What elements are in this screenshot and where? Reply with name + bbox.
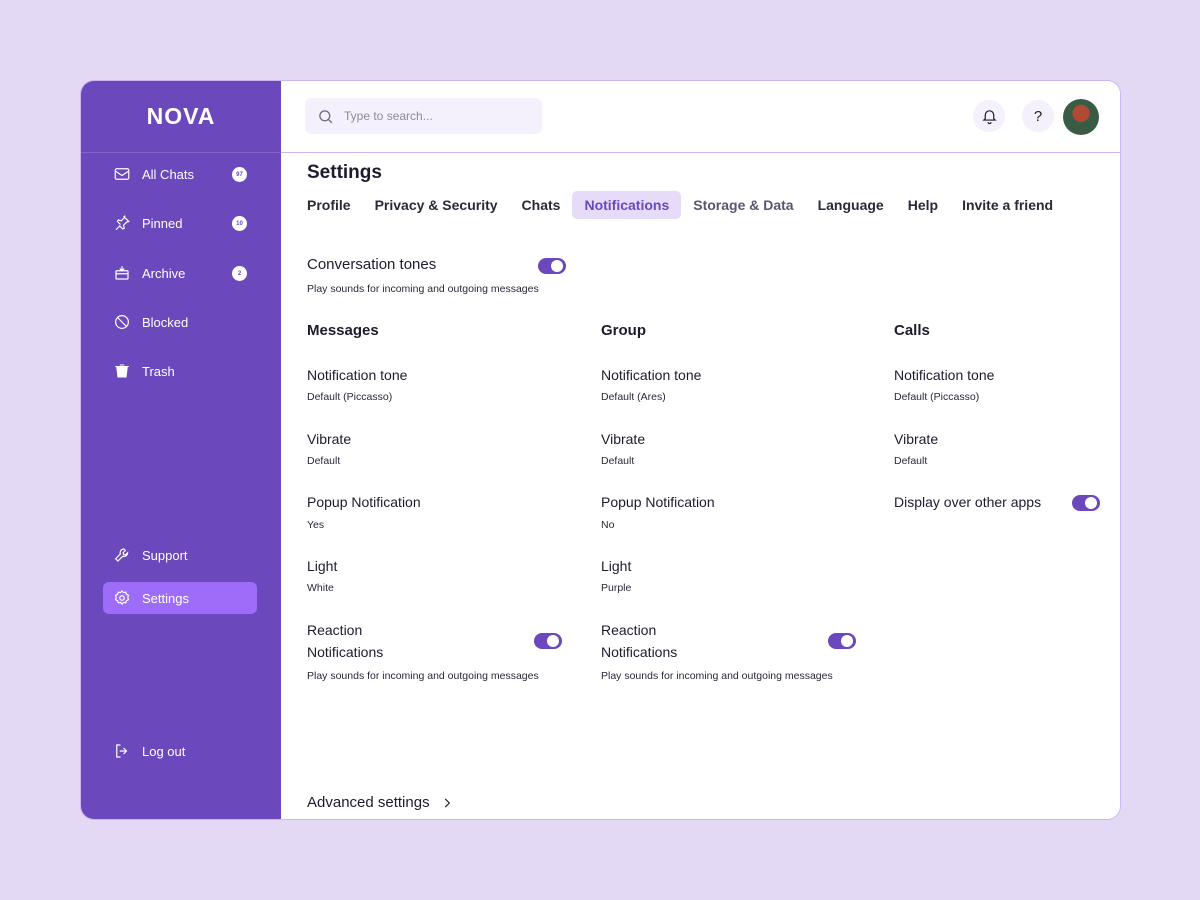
calls-tone-value[interactable]: Default (Piccasso): [894, 391, 979, 403]
tab-help[interactable]: Help: [896, 191, 950, 219]
search-input[interactable]: [344, 109, 524, 123]
calls-section-title: Calls: [894, 322, 930, 339]
group-reaction-label-line1: Reaction: [601, 622, 657, 638]
avatar[interactable]: [1063, 99, 1099, 135]
messages-reaction-subtitle: Play sounds for incoming and outgoing me…: [307, 670, 539, 682]
calls-tone-label: Notification tone: [894, 367, 995, 383]
messages-light-label: Light: [307, 558, 338, 574]
count-badge: 10: [232, 216, 247, 231]
group-vibrate-value[interactable]: Default: [601, 455, 634, 467]
calls-vibrate-label: Vibrate: [894, 431, 939, 447]
sidebar-item-trash[interactable]: Trash: [103, 355, 257, 387]
sidebar-item-settings[interactable]: Settings: [103, 582, 257, 614]
messages-light-value[interactable]: White: [307, 582, 334, 594]
group-popup-value[interactable]: No: [601, 519, 614, 531]
group-reaction-label-line2: Notifications: [601, 644, 678, 660]
sidebar-item-archive[interactable]: Archive 2: [103, 257, 257, 289]
count-badge: 2: [232, 266, 247, 281]
group-light-label: Light: [601, 558, 632, 574]
group-tone-value[interactable]: Default (Ares): [601, 391, 666, 403]
messages-vibrate-value[interactable]: Default: [307, 455, 340, 467]
messages-reaction-toggle[interactable]: [534, 633, 562, 649]
conversation-tones-title: Conversation tones: [307, 256, 437, 273]
sidebar-item-label: Settings: [142, 590, 189, 606]
tab-chats[interactable]: Chats: [510, 191, 573, 219]
sidebar-item-all-chats[interactable]: All Chats 97: [103, 158, 257, 190]
group-reaction-toggle[interactable]: [828, 633, 856, 649]
chevron-right-icon: [444, 798, 450, 807]
sidebar-item-label: Trash: [142, 363, 175, 379]
sidebar-item-label: Blocked: [142, 314, 189, 330]
calls-vibrate-value[interactable]: Default: [894, 455, 927, 467]
group-popup-label: Popup Notification: [601, 494, 715, 510]
sidebar-item-pinned[interactable]: Pinned 10: [103, 207, 257, 239]
settings-tabs: Profile Privacy & Security Chats Notific…: [295, 191, 1065, 219]
tab-privacy-security[interactable]: Privacy & Security: [363, 191, 510, 219]
notifications-button[interactable]: [973, 100, 1005, 132]
calls-display-over-toggle[interactable]: [1072, 495, 1100, 511]
messages-reaction-label-line1: Reaction: [307, 622, 363, 638]
sidebar-item-label: Support: [142, 547, 188, 563]
messages-popup-value[interactable]: Yes: [307, 519, 324, 531]
logout-button[interactable]: Log out: [103, 735, 257, 767]
sidebar: NOVA All Chats 97 Pinned 10 Archive 2 Bl…: [81, 81, 281, 819]
sidebar-item-label: All Chats: [142, 166, 195, 182]
messages-tone-label: Notification tone: [307, 367, 408, 383]
help-button[interactable]: ?: [1022, 100, 1054, 132]
trash-icon: [113, 362, 131, 380]
group-vibrate-label: Vibrate: [601, 431, 646, 447]
group-light-value[interactable]: Purple: [601, 582, 631, 594]
wrench-icon: [113, 546, 131, 564]
conversation-tones-subtitle: Play sounds for incoming and outgoing me…: [307, 283, 539, 295]
calls-display-over-label: Display over other apps: [894, 494, 1042, 510]
sidebar-item-label: Pinned: [142, 215, 183, 231]
messages-popup-label: Popup Notification: [307, 494, 421, 510]
messages-tone-value[interactable]: Default (Piccasso): [307, 391, 392, 403]
top-bar: ?: [281, 81, 1120, 153]
app-logo: NOVA: [81, 81, 281, 153]
tab-notifications[interactable]: Notifications: [572, 191, 682, 219]
advanced-settings-link[interactable]: Advanced settings: [307, 794, 454, 811]
tab-profile[interactable]: Profile: [295, 191, 363, 219]
group-section-title: Group: [601, 322, 646, 339]
sidebar-item-blocked[interactable]: Blocked: [103, 306, 257, 338]
tab-storage-data[interactable]: Storage & Data: [681, 191, 805, 219]
archive-icon: [113, 264, 131, 282]
pin-icon: [113, 214, 131, 232]
tab-language[interactable]: Language: [806, 191, 896, 219]
messages-section-title: Messages: [307, 322, 379, 339]
conversation-tones-toggle[interactable]: [538, 258, 566, 274]
app-window: NOVA All Chats 97 Pinned 10 Archive 2 Bl…: [80, 80, 1121, 820]
tab-invite-friend[interactable]: Invite a friend: [950, 191, 1065, 219]
bell-icon: [981, 109, 997, 124]
messages-vibrate-label: Vibrate: [307, 431, 352, 447]
question-icon: ?: [1033, 107, 1043, 125]
advanced-settings-label: Advanced settings: [307, 794, 430, 811]
settings-content: Settings Profile Privacy & Security Chat…: [281, 154, 1120, 819]
logout-icon: [113, 742, 131, 760]
search-box[interactable]: [305, 98, 542, 134]
blocked-icon: [113, 313, 131, 331]
page-title: Settings: [307, 162, 382, 183]
mail-icon: [113, 165, 131, 183]
group-reaction-subtitle: Play sounds for incoming and outgoing me…: [601, 670, 833, 682]
logout-label: Log out: [142, 743, 186, 759]
search-icon: [319, 109, 333, 123]
gear-icon: [113, 589, 131, 607]
group-tone-label: Notification tone: [601, 367, 702, 383]
sidebar-item-support[interactable]: Support: [103, 539, 257, 571]
sidebar-item-label: Archive: [142, 265, 186, 281]
count-badge: 97: [232, 167, 247, 182]
messages-reaction-label-line2: Notifications: [307, 644, 384, 660]
